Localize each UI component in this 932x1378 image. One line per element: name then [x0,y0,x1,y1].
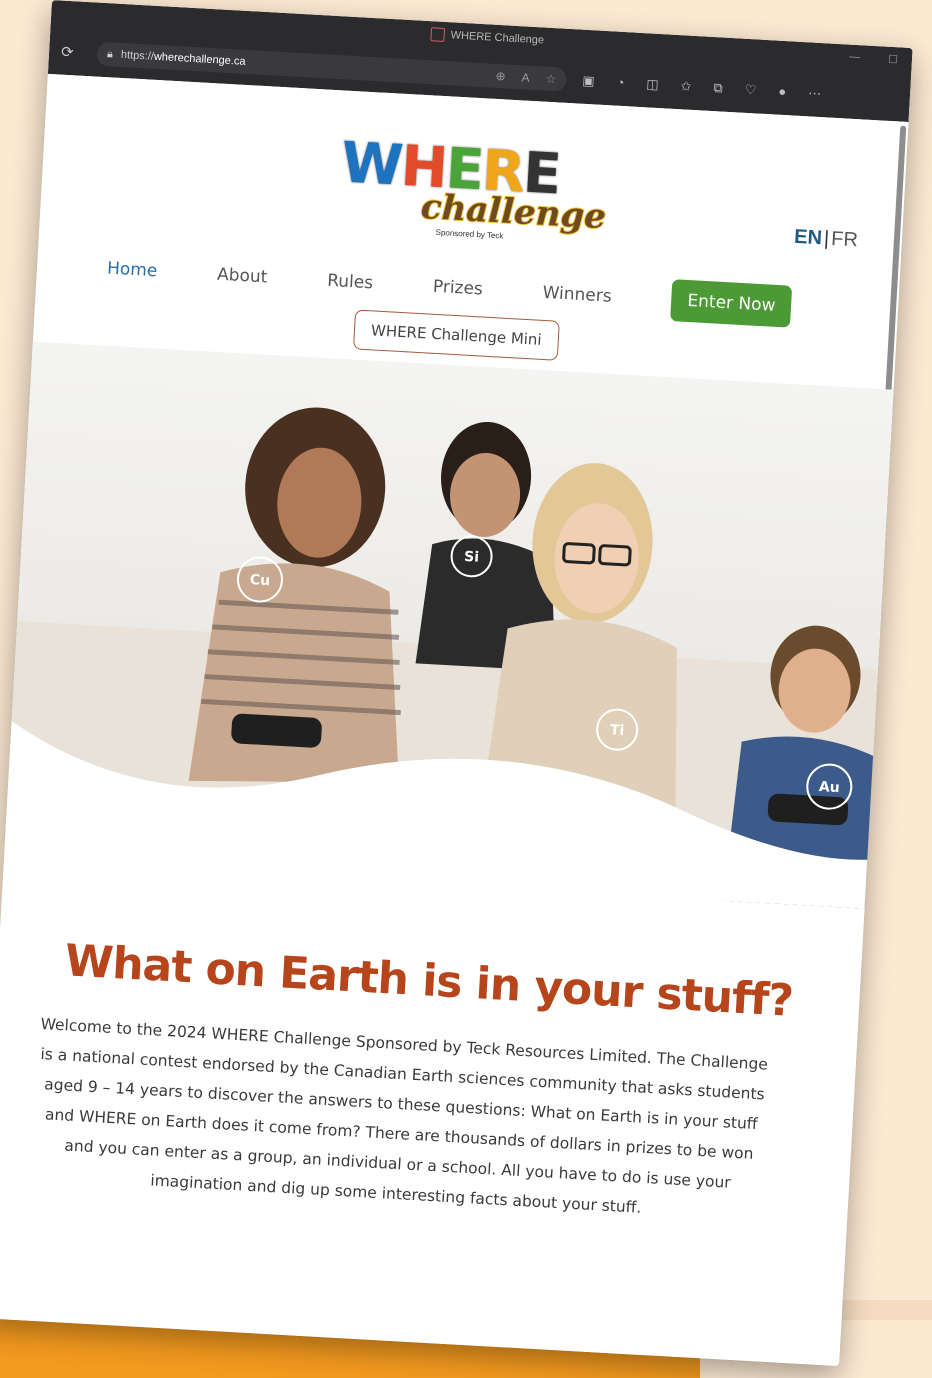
favorites-icon[interactable]: ✩ [680,78,692,95]
url-host: wherechallenge.ca [153,50,246,68]
nav-prizes[interactable]: Prizes [432,277,483,300]
browser-tab[interactable]: WHERE Challenge [430,27,544,47]
nav-home[interactable]: Home [107,259,158,282]
web-page: WHERE challenge Sponsored by Teck EN|FR … [0,73,909,1367]
where-challenge-mini-button[interactable]: WHERE Challenge Mini [352,309,560,361]
more-icon[interactable]: ⋯ [808,85,822,102]
read-aloud-icon[interactable]: A [521,70,530,84]
lang-en-link[interactable]: EN [794,226,823,250]
extension-icon[interactable]: ▣ [582,73,595,90]
site-favicon-icon [430,27,446,42]
lock-icon[interactable]: 🔒︎ [107,48,114,61]
hero-photo-illustration: Cu Si Ti Au [0,339,902,910]
badge-ti: Ti [609,722,624,739]
hero-image: Cu Si Ti Au [0,339,902,910]
enter-now-button[interactable]: Enter Now [670,279,793,328]
badge-au: Au [818,779,840,796]
profile-avatar[interactable]: ● [778,84,787,100]
split-screen-icon[interactable]: ◫ [646,76,659,93]
intro-paragraph: Welcome to the 2024 WHERE Challenge Spon… [40,1014,769,1217]
scrollbar[interactable] [884,125,907,406]
nav-winners[interactable]: Winners [542,283,612,307]
window-controls: — ☐ [849,51,899,67]
browser-window: WHERE Challenge — ☐ ⟳ 🔒︎ https://wherech… [0,0,913,1367]
maximize-icon[interactable]: ☐ [888,53,899,67]
badge-cu: Cu [249,572,270,589]
url-prefix: https:// [120,48,155,63]
zoom-icon[interactable]: ⊕ [495,69,506,84]
nav-rules[interactable]: Rules [327,271,374,294]
reload-icon[interactable]: ⟳ [61,43,84,62]
lang-separator: | [823,227,830,250]
address-bar-icons: ⊕ A ☆ [495,69,557,86]
heart-icon[interactable]: ♡ [744,82,756,99]
favorite-star-icon[interactable]: ☆ [545,72,557,87]
site-logo[interactable]: WHERE challenge Sponsored by Teck [337,129,608,254]
copilot-icon[interactable]: ◔ [616,75,625,91]
collections-icon[interactable]: ⧉ [713,80,723,96]
nav-about[interactable]: About [217,265,268,288]
minimize-icon[interactable]: — [849,51,861,65]
lang-fr-link[interactable]: FR [831,228,859,251]
tab-title: WHERE Challenge [450,29,545,47]
browser-toolbar: ▣ ◔ ◫ ✩ ⧉ ♡ ● ⋯ [582,73,822,102]
badge-si: Si [464,549,480,566]
language-switcher: EN|FR [794,226,859,253]
